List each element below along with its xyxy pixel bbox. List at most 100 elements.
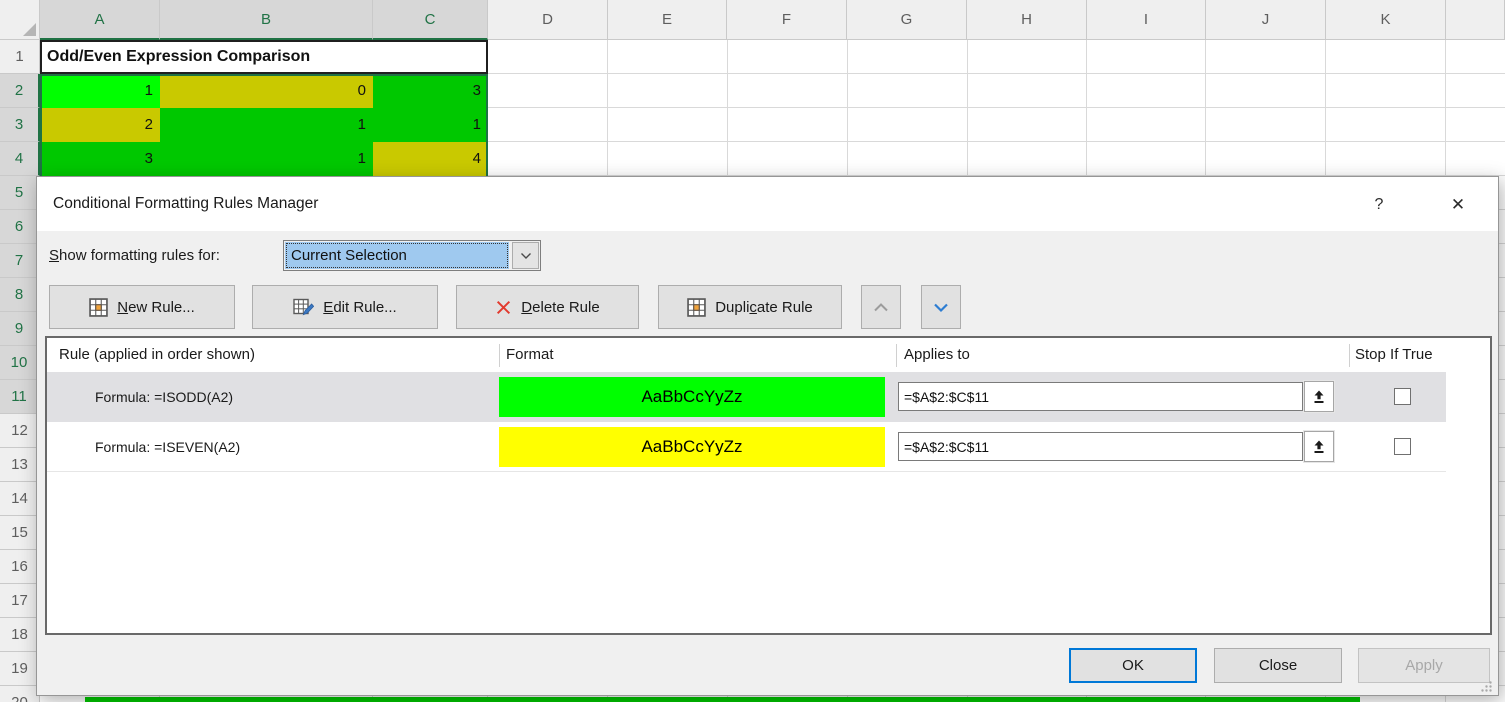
column-header[interactable]: E [608,0,727,40]
move-rule-down-button[interactable] [921,285,961,329]
column-header[interactable]: D [488,0,608,40]
row-header[interactable]: 12 [0,414,40,448]
chevron-up-icon [873,302,889,313]
dialog-titlebar[interactable]: Conditional Formatting Rules Manager ? ✕ [37,177,1498,231]
label-rest: how formatting rules for: [59,247,220,264]
row-header[interactable]: 6 [0,210,40,244]
row-header[interactable]: 20 [0,686,40,702]
format-preview-swatch: AaBbCcYyZz [499,427,885,467]
stop-if-true-checkbox[interactable] [1394,388,1411,405]
delete-rule-label: Delete Rule [521,299,599,316]
chevron-down-icon [933,302,949,313]
rule-row-iseven[interactable]: Formula: =ISEVEN(A2) AaBbCcYyZz [47,422,1446,472]
row-header[interactable]: 10 [0,346,40,380]
cell-a1-title[interactable]: Odd/Even Expression Comparison [40,40,488,74]
conditional-formatting-rules-manager-dialog: Conditional Formatting Rules Manager ? ✕… [36,176,1499,696]
column-header[interactable]: G [847,0,967,40]
row-header[interactable]: 8 [0,278,40,312]
apply-button[interactable]: Apply [1358,648,1490,683]
column-separator [896,344,897,367]
rules-list: Rule (applied in order shown) Format App… [45,336,1492,635]
new-rule-label: New Rule... [117,299,195,316]
column-header[interactable]: K [1326,0,1446,40]
column-separator [499,344,500,367]
rule-row-isodd[interactable]: Formula: =ISODD(A2) AaBbCcYyZz [47,372,1446,422]
column-header[interactable] [1446,0,1505,40]
cell-b4[interactable]: 1 [160,142,373,176]
cell-b3[interactable]: 1 [160,108,373,142]
row-header[interactable]: 18 [0,618,40,652]
cell-a4[interactable]: 3 [40,142,160,176]
row-header[interactable]: 5 [0,176,40,210]
dropdown-arrow-button[interactable] [512,242,539,269]
cell-a3[interactable]: 2 [40,108,160,142]
show-formatting-rules-label: Show formatting rules for: [49,247,220,264]
column-header[interactable]: H [967,0,1087,40]
row-header[interactable]: 17 [0,584,40,618]
row-header[interactable]: 9 [0,312,40,346]
cell-c4[interactable]: 4 [373,142,488,176]
range-picker-arrow-icon [1312,390,1326,404]
row-header[interactable]: 15 [0,516,40,550]
row-header[interactable]: 13 [0,448,40,482]
red-x-icon [495,299,512,316]
dialog-title: Conditional Formatting Rules Manager [53,177,318,231]
close-icon[interactable]: ✕ [1435,185,1481,225]
row-header[interactable]: 19 [0,652,40,686]
applies-to-input[interactable] [898,382,1303,411]
excel-window: A B C D E F G H I J K 1 2 3 4 5 6 7 8 9 … [0,0,1505,702]
column-header[interactable]: F [727,0,847,40]
column-headers: A B C D E F G H I J K [40,0,1505,40]
delete-rule-button[interactable]: Delete Rule [456,285,639,329]
column-header[interactable]: I [1087,0,1206,40]
applies-to-input[interactable] [898,432,1303,461]
row-header[interactable]: 7 [0,244,40,278]
edit-rule-label: Edit Rule... [323,299,396,316]
cell-b2[interactable]: 0 [160,74,373,108]
access-key: S [49,247,59,264]
format-column-header[interactable]: Format [506,338,554,372]
table-grid-icon [89,298,108,317]
range-picker-arrow-icon [1312,440,1326,454]
duplicate-rule-button[interactable]: Duplicate Rule [658,285,842,329]
table-grid-icon [687,298,706,317]
edit-rule-icon [293,298,314,317]
row-headers: 1 2 3 4 5 6 7 8 9 10 11 12 13 14 15 16 1… [0,40,40,702]
cell-a2[interactable]: 1 [40,74,160,108]
move-rule-up-button[interactable] [861,285,901,329]
collapse-range-picker-button[interactable] [1304,381,1334,412]
column-header[interactable]: A [40,0,160,40]
select-all-triangle-icon [23,23,36,36]
edit-rule-button[interactable]: Edit Rule... [252,285,438,329]
help-icon[interactable]: ? [1359,185,1399,225]
row-header[interactable]: 4 [0,142,40,176]
rule-column-header[interactable]: Rule (applied in order shown) [59,338,255,372]
collapse-range-picker-button[interactable] [1304,431,1334,462]
dropdown-selected-value[interactable]: Current Selection [285,242,509,269]
row-header[interactable]: 1 [0,40,40,74]
show-rules-for-dropdown[interactable]: Current Selection [283,240,541,271]
new-rule-button[interactable]: New Rule... [49,285,235,329]
close-button[interactable]: Close [1214,648,1342,683]
select-all-button[interactable] [0,0,40,40]
stop-if-true-column-header[interactable]: Stop If True [1355,338,1433,372]
applies-to-column-header[interactable]: Applies to [904,338,970,372]
row-header[interactable]: 14 [0,482,40,516]
stop-if-true-checkbox[interactable] [1394,438,1411,455]
chevron-down-icon [520,252,532,260]
row-header[interactable]: 16 [0,550,40,584]
column-header[interactable]: J [1206,0,1326,40]
row-header[interactable]: 11 [0,380,40,414]
cell-c2[interactable]: 3 [373,74,488,108]
row-header[interactable]: 2 [0,74,40,108]
ok-button[interactable]: OK [1069,648,1197,683]
row-20-partial-cells [85,697,1360,702]
row-header[interactable]: 3 [0,108,40,142]
duplicate-rule-label: Duplicate Rule [715,299,813,316]
resize-grip[interactable] [1480,680,1493,693]
cell-c3[interactable]: 1 [373,108,488,142]
column-header[interactable]: C [373,0,488,40]
rule-description: Formula: =ISEVEN(A2) [95,422,240,472]
column-separator [1349,344,1350,367]
column-header[interactable]: B [160,0,373,40]
